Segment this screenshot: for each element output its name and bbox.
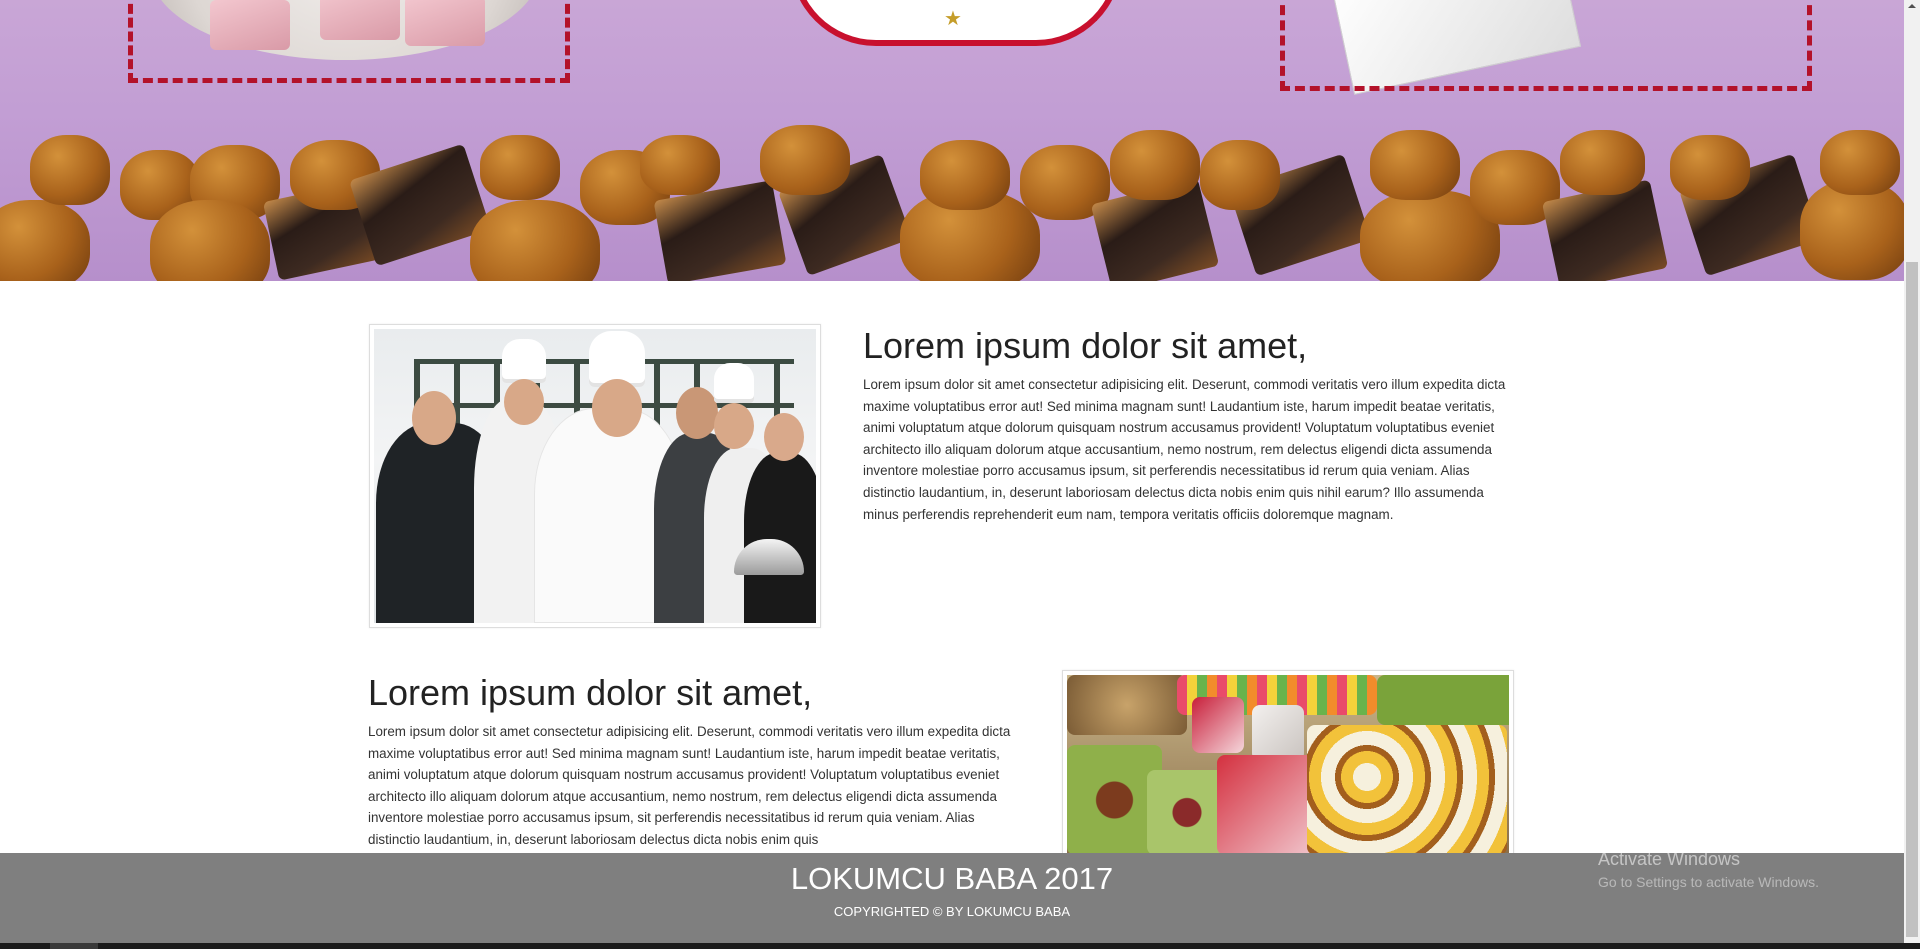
activate-windows-subtitle: Go to Settings to activate Windows.: [1598, 874, 1819, 890]
brand-logo-badge: ★: [790, 0, 1122, 46]
scroll-up-arrow-icon[interactable]: [1908, 4, 1916, 8]
turkish-delight-photo: [1062, 670, 1514, 855]
footer-copyright: COPYRIGHTED © BY LOKUMCU BABA: [833, 904, 1071, 919]
vertical-scrollbar[interactable]: [1904, 0, 1920, 943]
section-1-paragraph: Lorem ipsum dolor sit amet consectetur a…: [863, 377, 1506, 522]
decorative-frame-left: [128, 0, 570, 83]
taskbar-button[interactable]: [50, 943, 98, 949]
section-1-heading: Lorem ipsum dolor sit amet,: [863, 325, 1308, 366]
scrollbar-thumb[interactable]: [1906, 262, 1918, 937]
section-2-paragraph: Lorem ipsum dolor sit amet consectetur a…: [368, 724, 1011, 847]
os-taskbar: [0, 943, 1920, 949]
hero-banner: ★: [0, 0, 1904, 281]
chef-team-photo: [369, 324, 821, 628]
truffle-sweets-row: [0, 125, 1904, 281]
decorative-frame-right: [1280, 0, 1812, 91]
star-icon: ★: [944, 8, 962, 30]
activate-windows-title: Activate Windows: [1598, 849, 1741, 869]
section-2-heading: Lorem ipsum dolor sit amet,: [368, 672, 813, 713]
